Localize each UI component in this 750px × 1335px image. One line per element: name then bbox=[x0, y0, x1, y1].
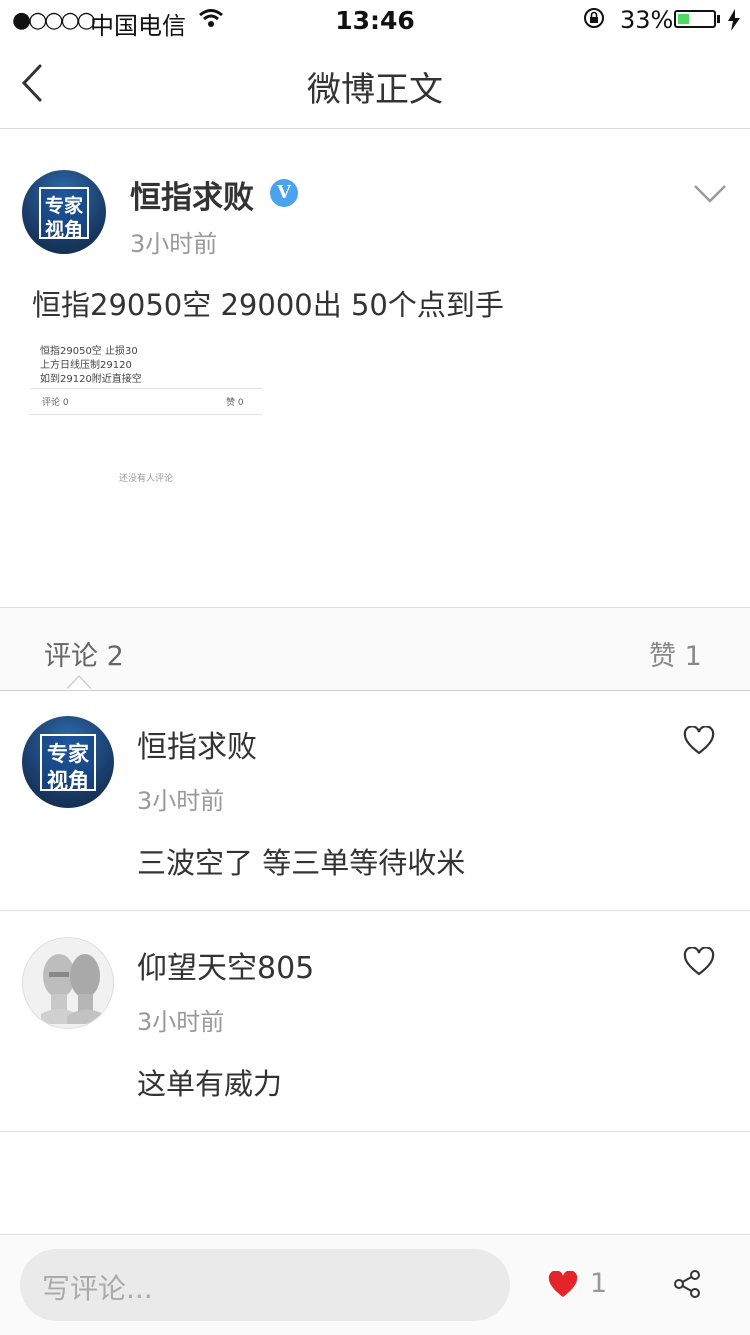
comment-text: 三波空了 等三单等待收米 bbox=[137, 846, 466, 880]
post-text: 恒指29050空 29000出 50个点到手 bbox=[32, 288, 504, 322]
comment-time: 3小时前 bbox=[137, 787, 225, 815]
comment-author[interactable]: 仰望天空805 bbox=[137, 943, 314, 987]
share-icon[interactable] bbox=[672, 1269, 702, 1299]
image-comments-label: 评论 0 bbox=[42, 398, 69, 408]
image-likes-label: 赞 0 bbox=[226, 398, 244, 408]
post-image[interactable]: 恒指29050空 止损30 上方日线压制29120 如到29120附近直接空 评… bbox=[30, 338, 262, 498]
comment-divider bbox=[0, 1131, 750, 1132]
tab-comments[interactable]: 评论 2 bbox=[44, 634, 124, 673]
status-bar: ●○○○○ 中国电信 13:46 33% bbox=[0, 0, 750, 40]
battery-percent: 33% bbox=[620, 6, 674, 34]
comment-input[interactable]: 写评论... bbox=[20, 1249, 510, 1321]
comment-author[interactable]: 恒指求败 bbox=[137, 722, 257, 766]
mannequin-heads-icon bbox=[41, 954, 103, 1024]
verified-badge-icon: V bbox=[270, 179, 298, 207]
like-heart-icon[interactable] bbox=[683, 726, 715, 756]
image-empty-text: 还没有人评论 bbox=[118, 474, 173, 484]
battery-icon bbox=[674, 10, 716, 28]
avatar-text-top: 专家 bbox=[44, 194, 83, 217]
comment-divider bbox=[0, 910, 750, 911]
author-name[interactable]: 恒指求败 bbox=[130, 172, 254, 217]
like-heart-icon[interactable] bbox=[683, 947, 715, 977]
rotation-lock-icon bbox=[584, 8, 604, 28]
comment-text: 这单有威力 bbox=[137, 1067, 283, 1101]
like-count: 1 bbox=[590, 1268, 608, 1299]
comment-like-tabs: 评论 2 赞 1 bbox=[0, 607, 750, 691]
image-line-3: 如到29120附近直接空 bbox=[40, 374, 142, 385]
avatar-text-bottom: 视角 bbox=[44, 218, 83, 241]
avatar-text-top: 专家 bbox=[46, 742, 89, 767]
charging-bolt-icon bbox=[728, 9, 740, 31]
avatar-text-bottom: 视角 bbox=[46, 769, 89, 794]
liked-heart-icon[interactable] bbox=[548, 1271, 578, 1299]
author-avatar[interactable]: 专家 视角 bbox=[22, 170, 106, 254]
battery-tip bbox=[717, 15, 720, 23]
comment-avatar[interactable] bbox=[22, 937, 114, 1029]
chevron-down-icon[interactable] bbox=[693, 183, 727, 205]
post-time: 3小时前 bbox=[130, 230, 218, 258]
image-line-1: 恒指29050空 止损30 bbox=[40, 346, 138, 357]
comment-input-placeholder: 写评论... bbox=[42, 1272, 153, 1305]
comment-time: 3小时前 bbox=[137, 1008, 225, 1036]
image-line-2: 上方日线压制29120 bbox=[40, 360, 132, 371]
navigation-bar: 微博正文 bbox=[0, 40, 750, 129]
active-tab-caret bbox=[66, 674, 92, 690]
bottom-toolbar: 写评论... 1 bbox=[0, 1234, 750, 1335]
comment-avatar[interactable]: 专家 视角 bbox=[22, 716, 114, 808]
page-title: 微博正文 bbox=[307, 70, 443, 110]
tab-likes[interactable]: 赞 1 bbox=[649, 634, 702, 673]
